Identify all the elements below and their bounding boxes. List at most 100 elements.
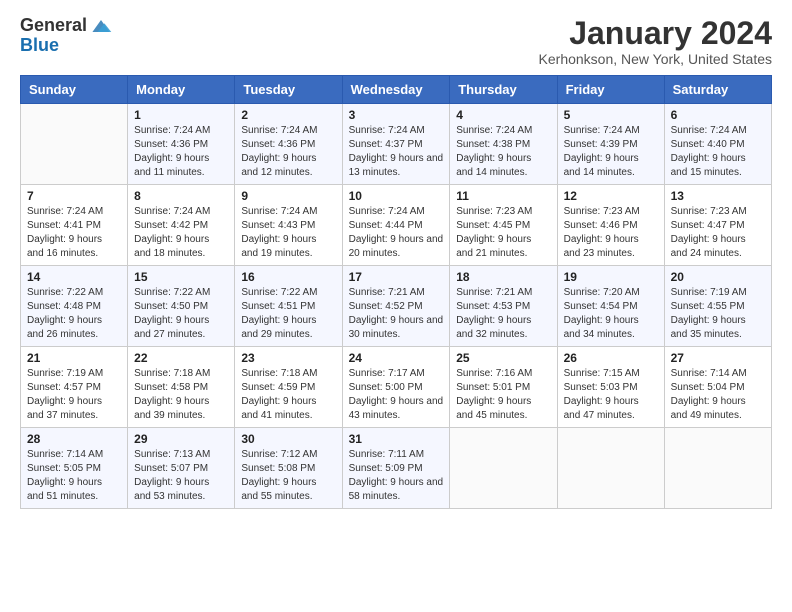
calendar-cell: 1Sunrise: 7:24 AMSunset: 4:36 PMDaylight… [128, 104, 235, 185]
calendar-cell: 13 Sunrise: 7:23 AMSunset: 4:47 PMDayligh… [664, 185, 771, 266]
header-sunday: Sunday [21, 76, 128, 104]
calendar-body: 1Sunrise: 7:24 AMSunset: 4:36 PMDaylight… [21, 104, 772, 509]
calendar-cell: 29 Sunrise: 7:13 AMSunset: 5:07 PMDayligh… [128, 428, 235, 509]
day-number: 15 [134, 270, 228, 284]
day-number: 4 [456, 108, 550, 122]
calendar-cell: 22 Sunrise: 7:18 AMSunset: 4:58 PMDayligh… [128, 347, 235, 428]
day-number: 5 [564, 108, 658, 122]
day-info: Sunrise: 7:12 AMSunset: 5:08 PMDaylight:… [241, 448, 335, 504]
day-number: 9 [241, 189, 335, 203]
calendar-table: SundayMondayTuesdayWednesdayThursdayFrid… [20, 75, 772, 509]
day-info: Sunrise: 7:23 AMSunset: 4:45 PMDaylight:… [456, 205, 550, 261]
day-info: Sunrise: 7:16 AMSunset: 5:01 PMDaylight:… [456, 367, 550, 423]
calendar-cell: 28 Sunrise: 7:14 AMSunset: 5:05 PMDayligh… [21, 428, 128, 509]
calendar-cell: 7Sunrise: 7:24 AMSunset: 4:41 PMDaylight… [21, 185, 128, 266]
day-number: 11 [456, 189, 550, 203]
day-number: 24 [349, 351, 444, 365]
day-number: 26 [564, 351, 658, 365]
day-info: Sunrise: 7:24 AMSunset: 4:40 PMDaylight:… [671, 124, 765, 180]
day-number: 18 [456, 270, 550, 284]
day-number: 29 [134, 432, 228, 446]
day-number: 25 [456, 351, 550, 365]
day-info: Sunrise: 7:20 AMSunset: 4:54 PMDaylight:… [564, 286, 658, 342]
day-number: 6 [671, 108, 765, 122]
day-info: Sunrise: 7:22 AMSunset: 4:50 PMDaylight:… [134, 286, 228, 342]
calendar-cell: 25 Sunrise: 7:16 AMSunset: 5:01 PMDayligh… [450, 347, 557, 428]
day-number: 16 [241, 270, 335, 284]
calendar-cell: 16 Sunrise: 7:22 AMSunset: 4:51 PMDayligh… [235, 266, 342, 347]
calendar-week-5: 28 Sunrise: 7:14 AMSunset: 5:05 PMDayligh… [21, 428, 772, 509]
day-number: 28 [27, 432, 121, 446]
calendar-cell: 8 Sunrise: 7:24 AMSunset: 4:42 PMDaylight… [128, 185, 235, 266]
calendar-cell: 12 Sunrise: 7:23 AMSunset: 4:46 PMDayligh… [557, 185, 664, 266]
day-info: Sunrise: 7:24 AMSunset: 4:42 PMDaylight:… [134, 205, 228, 261]
header-friday: Friday [557, 76, 664, 104]
logo-blue: Blue [20, 35, 59, 55]
header-monday: Monday [128, 76, 235, 104]
day-info: Sunrise: 7:18 AMSunset: 4:59 PMDaylight:… [241, 367, 335, 423]
day-number: 19 [564, 270, 658, 284]
day-number: 17 [349, 270, 444, 284]
calendar-header-row: SundayMondayTuesdayWednesdayThursdayFrid… [21, 76, 772, 104]
day-info: Sunrise: 7:22 AMSunset: 4:51 PMDaylight:… [241, 286, 335, 342]
calendar-week-2: 7Sunrise: 7:24 AMSunset: 4:41 PMDaylight… [21, 185, 772, 266]
calendar-cell: 23 Sunrise: 7:18 AMSunset: 4:59 PMDayligh… [235, 347, 342, 428]
day-info: Sunrise: 7:23 AMSunset: 4:47 PMDaylight:… [671, 205, 765, 261]
day-info: Sunrise: 7:14 AMSunset: 5:04 PMDaylight:… [671, 367, 765, 423]
main-title: January 2024 [539, 16, 772, 51]
subtitle: Kerhonkson, New York, United States [539, 51, 772, 67]
day-info: Sunrise: 7:17 AMSunset: 5:00 PMDaylight:… [349, 367, 444, 423]
calendar-cell: 11 Sunrise: 7:23 AMSunset: 4:45 PMDayligh… [450, 185, 557, 266]
calendar-cell: 5 Sunrise: 7:24 AMSunset: 4:39 PMDaylight… [557, 104, 664, 185]
day-info: Sunrise: 7:24 AMSunset: 4:39 PMDaylight:… [564, 124, 658, 180]
day-info: Sunrise: 7:15 AMSunset: 5:03 PMDaylight:… [564, 367, 658, 423]
calendar-cell: 6 Sunrise: 7:24 AMSunset: 4:40 PMDaylight… [664, 104, 771, 185]
header-saturday: Saturday [664, 76, 771, 104]
day-info: Sunrise: 7:24 AMSunset: 4:41 PMDaylight:… [27, 205, 121, 261]
day-number: 22 [134, 351, 228, 365]
day-number: 2 [241, 108, 335, 122]
logo: General Blue [20, 16, 113, 56]
header-wednesday: Wednesday [342, 76, 450, 104]
day-info: Sunrise: 7:19 AMSunset: 4:55 PMDaylight:… [671, 286, 765, 342]
day-number: 8 [134, 189, 228, 203]
day-info: Sunrise: 7:24 AMSunset: 4:36 PMDaylight:… [134, 124, 228, 180]
day-info: Sunrise: 7:18 AMSunset: 4:58 PMDaylight:… [134, 367, 228, 423]
header-tuesday: Tuesday [235, 76, 342, 104]
day-info: Sunrise: 7:19 AMSunset: 4:57 PMDaylight:… [27, 367, 121, 423]
day-number: 31 [349, 432, 444, 446]
day-info: Sunrise: 7:13 AMSunset: 5:07 PMDaylight:… [134, 448, 228, 504]
day-info: Sunrise: 7:21 AMSunset: 4:52 PMDaylight:… [349, 286, 444, 342]
calendar-cell: 30 Sunrise: 7:12 AMSunset: 5:08 PMDayligh… [235, 428, 342, 509]
calendar-cell [21, 104, 128, 185]
calendar-cell: 9 Sunrise: 7:24 AMSunset: 4:43 PMDaylight… [235, 185, 342, 266]
day-number: 27 [671, 351, 765, 365]
calendar-cell: 17 Sunrise: 7:21 AMSunset: 4:52 PMDayligh… [342, 266, 450, 347]
day-info: Sunrise: 7:24 AMSunset: 4:36 PMDaylight:… [241, 124, 335, 180]
day-number: 3 [349, 108, 444, 122]
calendar-cell: 10Sunrise: 7:24 AMSunset: 4:44 PMDayligh… [342, 185, 450, 266]
day-info: Sunrise: 7:24 AMSunset: 4:38 PMDaylight:… [456, 124, 550, 180]
page-header: General Blue January 2024 Kerhonkson, Ne… [20, 16, 772, 67]
day-number: 13 [671, 189, 765, 203]
day-number: 14 [27, 270, 121, 284]
calendar-week-4: 21 Sunrise: 7:19 AMSunset: 4:57 PMDayligh… [21, 347, 772, 428]
day-info: Sunrise: 7:11 AMSunset: 5:09 PMDaylight:… [349, 448, 444, 504]
calendar-cell: 14 Sunrise: 7:22 AMSunset: 4:48 PMDayligh… [21, 266, 128, 347]
calendar-header: SundayMondayTuesdayWednesdayThursdayFrid… [21, 76, 772, 104]
day-info: Sunrise: 7:22 AMSunset: 4:48 PMDaylight:… [27, 286, 121, 342]
day-info: Sunrise: 7:23 AMSunset: 4:46 PMDaylight:… [564, 205, 658, 261]
calendar-cell: 24 Sunrise: 7:17 AMSunset: 5:00 PMDayligh… [342, 347, 450, 428]
calendar-cell: 18Sunrise: 7:21 AMSunset: 4:53 PMDayligh… [450, 266, 557, 347]
day-number: 10 [349, 189, 444, 203]
day-info: Sunrise: 7:14 AMSunset: 5:05 PMDaylight:… [27, 448, 121, 504]
day-number: 23 [241, 351, 335, 365]
calendar-cell: 15 Sunrise: 7:22 AMSunset: 4:50 PMDayligh… [128, 266, 235, 347]
header-thursday: Thursday [450, 76, 557, 104]
day-number: 12 [564, 189, 658, 203]
calendar-cell: 27 Sunrise: 7:14 AMSunset: 5:04 PMDayligh… [664, 347, 771, 428]
day-number: 21 [27, 351, 121, 365]
day-info: Sunrise: 7:24 AMSunset: 4:43 PMDaylight:… [241, 205, 335, 261]
day-number: 30 [241, 432, 335, 446]
calendar-cell: 26 Sunrise: 7:15 AMSunset: 5:03 PMDayligh… [557, 347, 664, 428]
